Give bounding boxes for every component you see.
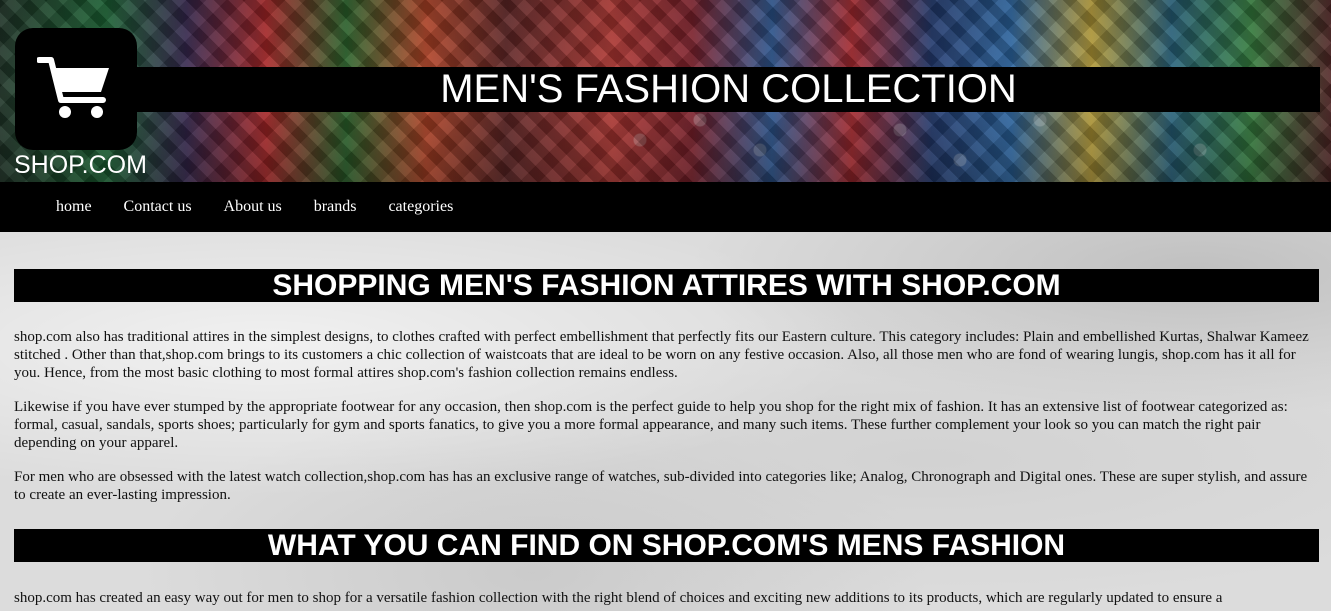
nav-about-link[interactable]: About us bbox=[208, 182, 298, 232]
paragraph-watches: For men who are obsessed with the latest… bbox=[14, 469, 1308, 503]
nav-categories-link[interactable]: categories bbox=[372, 182, 469, 232]
nav-brands-link[interactable]: brands bbox=[298, 182, 373, 232]
main-nav: home Contact us About us brands categori… bbox=[0, 182, 1331, 232]
site-title: MEN'S FASHION COLLECTION bbox=[137, 67, 1320, 112]
paragraph-footwear: Likewise if you have ever stumped by the… bbox=[14, 399, 1288, 451]
logo-text[interactable]: SHOP.COM bbox=[14, 150, 147, 180]
nav-home-link[interactable]: home bbox=[40, 182, 108, 232]
shopping-cart-icon bbox=[37, 57, 109, 118]
main-content: SHOPPING MEN'S FASHION ATTIRES WITH SHOP… bbox=[0, 232, 1331, 611]
section-heading-what-you-can-find: WHAT YOU CAN FIND ON SHOP.COM'S MENS FAS… bbox=[14, 529, 1319, 562]
section-heading-shopping: SHOPPING MEN'S FASHION ATTIRES WITH SHOP… bbox=[14, 269, 1319, 302]
paragraph-traditional-attires: shop.com also has traditional attires in… bbox=[14, 329, 1309, 381]
paragraph-easy-way: shop.com has created an easy way out for… bbox=[14, 590, 1223, 606]
nav-contact-link[interactable]: Contact us bbox=[108, 182, 208, 232]
site-logo[interactable] bbox=[15, 28, 137, 150]
